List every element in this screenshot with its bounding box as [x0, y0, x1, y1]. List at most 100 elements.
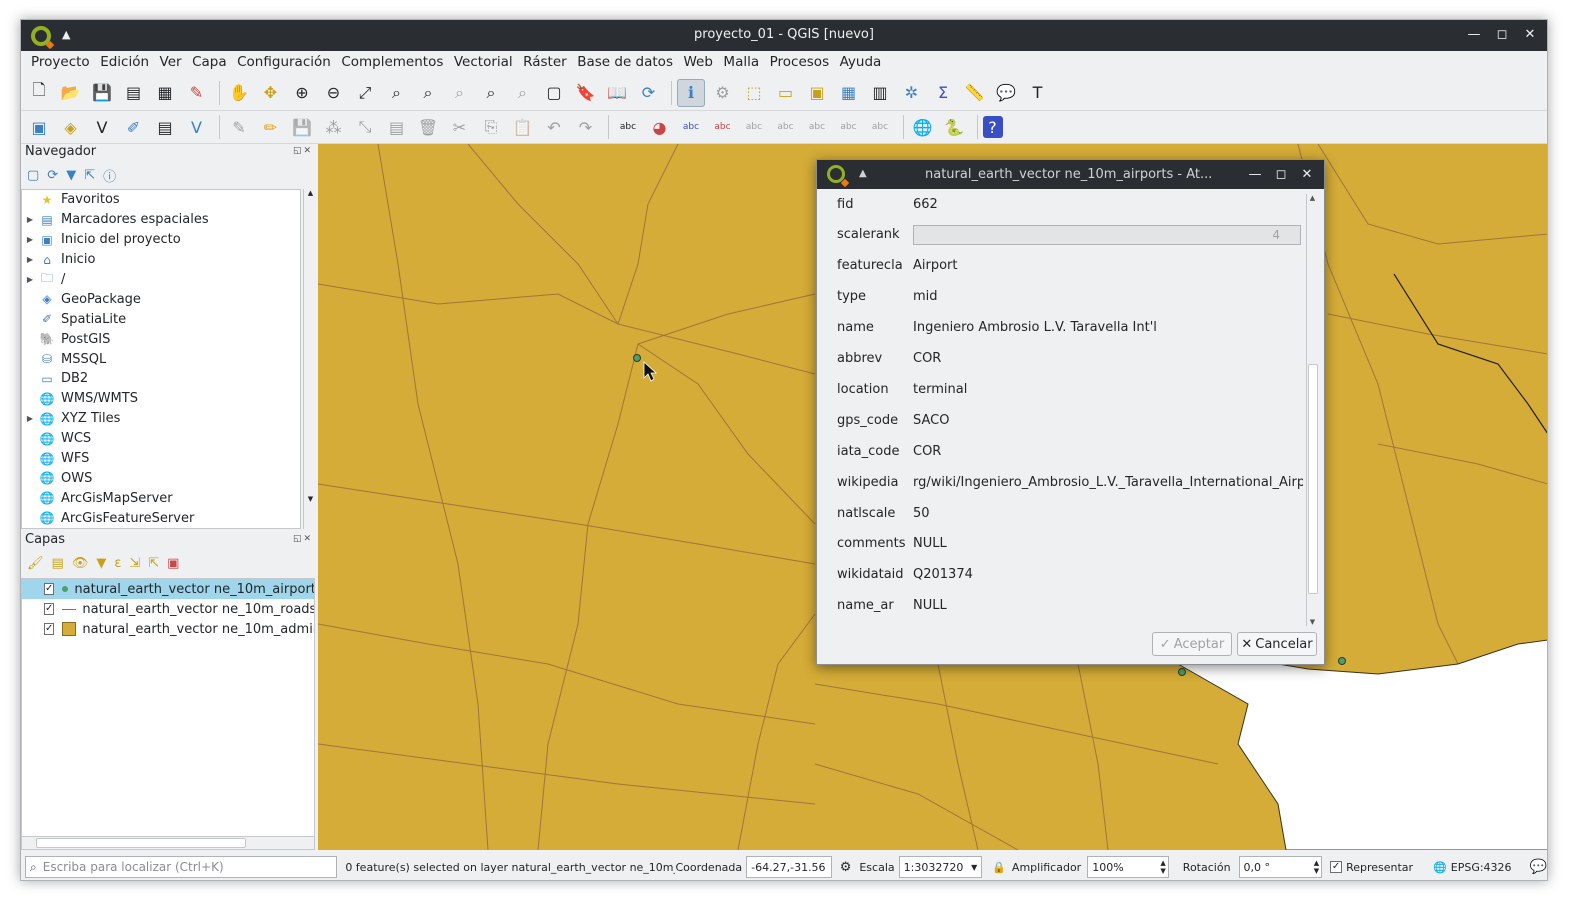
modify-attributes-icon[interactable]: ▤: [383, 113, 411, 141]
expand-arrow-icon[interactable]: ▶: [22, 235, 38, 244]
browser-item[interactable]: 🌐 ArcGisMapServer: [22, 488, 300, 508]
dialog-close-icon[interactable]: ✕: [1300, 167, 1314, 182]
browser-item[interactable]: ▶ 🗀 /: [22, 270, 300, 290]
current-edits-icon[interactable]: ✎: [225, 113, 253, 141]
menu-complementos[interactable]: Complementos: [337, 51, 450, 75]
open-layer-styling-icon[interactable]: 🖌: [27, 556, 44, 571]
zoom-to-layer-icon[interactable]: ⌕: [414, 79, 442, 107]
zoom-native-icon[interactable]: ⌕: [446, 79, 474, 107]
coordinate-field[interactable]: -64.27,-31.56: [746, 856, 832, 878]
menu-ayuda[interactable]: Ayuda: [836, 51, 888, 75]
panel-float-close-icon[interactable]: ◱✕: [293, 534, 313, 544]
scalerank-spinbox[interactable]: 4: [913, 224, 1301, 245]
dialog-maximize-icon[interactable]: ◻: [1274, 167, 1288, 182]
expand-arrow-icon[interactable]: ▶: [22, 275, 38, 284]
attribute-value-field[interactable]: Airport: [913, 258, 1303, 273]
new-shapefile-layer-icon[interactable]: V: [88, 113, 116, 141]
menu-capa[interactable]: Capa: [188, 51, 233, 75]
select-features-icon[interactable]: ⬚: [740, 79, 768, 107]
new-spatialite-layer-icon[interactable]: ✐: [120, 113, 148, 141]
attribute-value-field[interactable]: rg/wiki/Ingeniero_Ambrosio_L.V._Taravell…: [913, 475, 1303, 490]
zoom-last-icon[interactable]: ⌕: [477, 79, 505, 107]
new-temporary-layer-icon[interactable]: ▤: [151, 113, 179, 141]
redo-icon[interactable]: ↷: [572, 113, 600, 141]
layer-row[interactable]: ✓ natural_earth_vector ne_10m_roads: [22, 599, 314, 619]
rotation-spinbox[interactable]: 0,0 ° ▲ ▼: [1238, 856, 1323, 878]
save-edits-icon[interactable]: 💾: [288, 113, 316, 141]
toggle-extents-icon[interactable]: ⚙: [840, 860, 852, 875]
attribute-value-field[interactable]: SACO: [913, 413, 1303, 428]
attribute-value-field[interactable]: NULL: [913, 598, 1303, 613]
menu-malla[interactable]: Malla: [719, 51, 765, 75]
new-virtual-layer-icon[interactable]: V: [183, 113, 211, 141]
expand-arrow-icon[interactable]: ▶: [22, 414, 38, 423]
close-icon[interactable]: ✕: [1523, 27, 1537, 42]
manage-map-themes-icon[interactable]: 👁: [72, 556, 89, 571]
menu-web[interactable]: Web: [679, 51, 719, 75]
browser-item[interactable]: 🌐 WMS/WMTS: [22, 389, 300, 409]
new-bookmark-icon[interactable]: 🔖: [572, 79, 600, 107]
help-icon[interactable]: ?: [982, 116, 1003, 138]
refresh-browser-icon[interactable]: ⟳: [47, 168, 58, 183]
python-console-icon[interactable]: 🐍: [940, 113, 968, 141]
attribute-value-field[interactable]: COR: [913, 351, 1303, 366]
attribute-value-field[interactable]: 662: [913, 197, 1303, 212]
add-point-feature-icon[interactable]: ⁂: [320, 113, 348, 141]
deselect-all-icon[interactable]: ▣: [803, 79, 831, 107]
text-annotation-icon[interactable]: T: [1024, 79, 1052, 107]
filter-by-expression-icon[interactable]: ε: [114, 556, 121, 571]
attribute-value-field[interactable]: mid: [913, 289, 1303, 304]
locator-search-input[interactable]: ⌕ Escriba para localizar (Ctrl+K): [25, 856, 338, 878]
menu-proyecto[interactable]: Proyecto: [27, 51, 96, 75]
attribute-value-field[interactable]: terminal: [913, 382, 1303, 397]
expand-arrow-icon[interactable]: ▶: [22, 215, 38, 224]
identify-features-icon[interactable]: ℹ: [677, 78, 705, 107]
collapse-all-icon[interactable]: ⇱: [84, 168, 95, 183]
quickmapservices-icon[interactable]: 🌐: [909, 113, 937, 141]
remove-layer-icon[interactable]: ▣: [167, 556, 179, 571]
layer-visibility-checkbox[interactable]: ✓: [44, 583, 55, 595]
maximize-icon[interactable]: ◻: [1495, 27, 1509, 42]
browser-item[interactable]: 🌐 WCS: [22, 429, 300, 449]
highlight-pinned-labels-icon[interactable]: abc: [677, 113, 705, 141]
menu-procesos[interactable]: Procesos: [766, 51, 836, 75]
form-scrollbar[interactable]: ▲ ▼: [1306, 194, 1318, 626]
pan-to-selection-icon[interactable]: ✥: [257, 79, 285, 107]
dialog-menu-arrow-icon[interactable]: ▲: [859, 168, 867, 179]
browser-item[interactable]: 🐘 PostGIS: [22, 329, 300, 349]
paste-features-icon[interactable]: 📋: [509, 113, 537, 141]
attribute-value-field[interactable]: NULL: [913, 536, 1303, 551]
statistical-summary-icon[interactable]: Σ: [929, 79, 957, 107]
crs-button[interactable]: EPSG:4326: [1451, 861, 1512, 874]
minimize-icon[interactable]: —: [1467, 27, 1481, 42]
layer-labeling-icon[interactable]: abc: [614, 113, 642, 141]
pin-labels-icon[interactable]: abc: [740, 113, 768, 141]
attribute-value-field[interactable]: Q201374: [913, 567, 1303, 582]
data-source-manager-icon[interactable]: ▣: [25, 113, 53, 141]
browser-item[interactable]: 🌐 OWS: [22, 468, 300, 488]
browser-item[interactable]: 🌐 WFS: [22, 449, 300, 469]
attribute-value-field[interactable]: COR: [913, 444, 1303, 459]
new-map-view-icon[interactable]: ▢: [540, 79, 568, 107]
attribute-value-field[interactable]: 50: [913, 506, 1303, 521]
browser-item[interactable]: ▶ ▤ Marcadores espaciales: [22, 210, 300, 230]
messages-icon[interactable]: 💬: [1530, 859, 1547, 875]
change-label-icon[interactable]: abc: [866, 113, 894, 141]
layer-row[interactable]: ✓ natural_earth_vector ne_10m_airports: [22, 579, 314, 599]
accept-button[interactable]: ✓ Aceptar: [1152, 632, 1232, 656]
layer-diagram-icon[interactable]: ◕: [646, 113, 674, 141]
layout-manager-icon[interactable]: ▦: [151, 79, 179, 107]
menu-configuracion[interactable]: Configuración: [233, 51, 337, 75]
menu-base-de-datos[interactable]: Base de datos: [573, 51, 679, 75]
refresh-icon[interactable]: ⟳: [635, 79, 663, 107]
attribute-value-field[interactable]: Ingeniero Ambrosio L.V. Taravella Int'l: [913, 320, 1303, 335]
toggle-label-display-icon[interactable]: abc: [709, 113, 737, 141]
panel-float-close-icon[interactable]: ◱✕: [293, 146, 313, 156]
map-tips-icon[interactable]: 💬: [992, 79, 1020, 107]
copy-features-icon[interactable]: ⎘: [477, 113, 505, 141]
layer-visibility-checkbox[interactable]: ✓: [44, 623, 55, 635]
undo-icon[interactable]: ↶: [540, 113, 568, 141]
dialog-minimize-icon[interactable]: —: [1248, 167, 1262, 182]
browser-item[interactable]: ▶ 🌐 XYZ Tiles: [22, 409, 300, 429]
menu-edicion[interactable]: Edición: [96, 51, 155, 75]
